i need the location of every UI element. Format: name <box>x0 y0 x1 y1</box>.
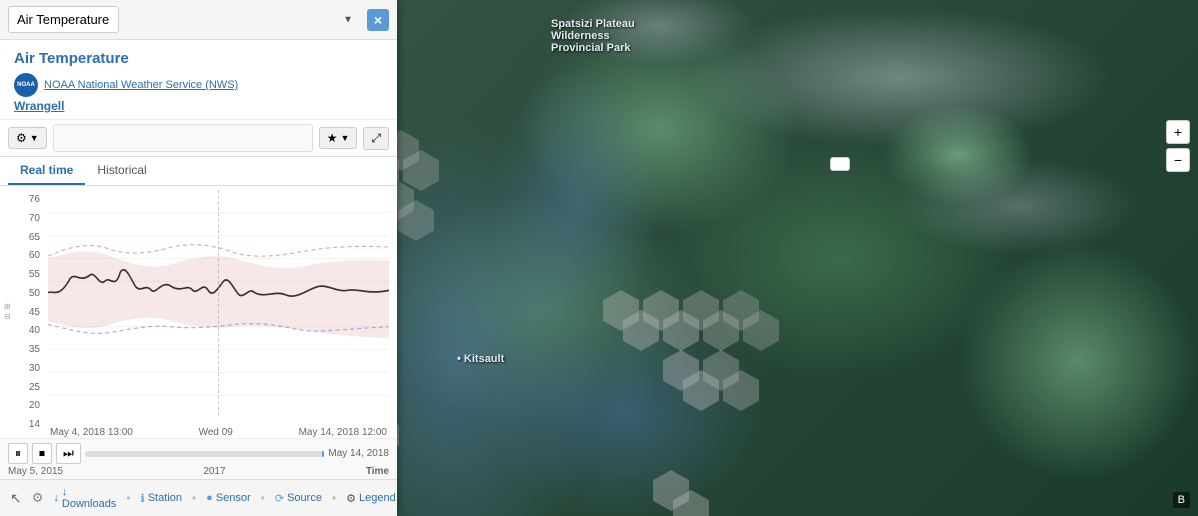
timeline-handle[interactable] <box>322 451 324 457</box>
timeline-controls: ⏸ ⏹ ⏭ May 14, 2018 May 5, 2015 2017 Time <box>0 438 397 479</box>
y-axis-label: 50 <box>4 288 44 299</box>
cursor-indicator: ↖ <box>10 490 22 507</box>
timeline-bar[interactable] <box>85 451 325 457</box>
timeline-forward-button[interactable]: ⏭ <box>56 443 81 464</box>
source-link-footer[interactable]: ⟳ Source <box>275 492 322 505</box>
panel-header: Air Temperature ▼ × <box>0 0 397 40</box>
min-max-toggle[interactable]: ⊞ ⊟ <box>4 303 11 321</box>
tab-realtime[interactable]: Real time <box>8 157 85 185</box>
stop-icon: ⏹ <box>39 446 45 460</box>
station-source-row: NOAA NOAA National Weather Service (NWS) <box>14 73 383 97</box>
pause-icon: ⏸ <box>15 446 21 460</box>
left-panel: Air Temperature ▼ × Air Temperature NOAA… <box>0 0 397 516</box>
separator-3: • <box>261 491 265 505</box>
y-axis-label: 20 <box>4 400 44 411</box>
map-badge-text: B <box>1178 494 1185 506</box>
gear-icon: ⚙ <box>16 131 27 145</box>
panel-footer: ↖ ⚙ ↓ ↓ Downloads • ℹ Station • ● Sensor… <box>0 479 397 516</box>
y-axis-label: 35 <box>4 344 44 355</box>
download-icon: ↓ <box>53 492 59 504</box>
expand-button[interactable]: ⤢ <box>363 127 389 150</box>
variable-dropdown[interactable]: Air Temperature <box>8 6 119 33</box>
timeline-labels: May 5, 2015 2017 Time <box>8 466 389 477</box>
y-axis-label: 25 <box>4 382 44 393</box>
y-axis-label: 76 <box>4 194 44 205</box>
star-icon: ★ <box>327 131 338 145</box>
road-number: 27 <box>832 156 848 172</box>
chart-svg-area <box>48 190 389 418</box>
y-axis-label: 14 <box>4 419 44 430</box>
gear-dropdown-arrow: ▼ <box>30 133 39 143</box>
zoom-out-button[interactable]: − <box>1166 148 1190 172</box>
timeline-mid-label: 2017 <box>203 466 225 477</box>
chart-date-labels: May 4, 2018 13:00 Wed 09 May 14, 2018 12… <box>48 427 389 438</box>
settings-button[interactable]: ⚙ ▼ <box>8 127 47 149</box>
y-axis-label: 55 <box>4 269 44 280</box>
forward-icon: ⏭ <box>63 446 74 460</box>
separator-1: • <box>126 491 130 505</box>
chart-container: 76706560555045403530252014 ⊞ ⊟ <box>0 186 397 438</box>
timeline-time-label: Time <box>366 466 389 477</box>
dropdown-arrow-icon: ▼ <box>343 14 353 25</box>
tab-historical[interactable]: Historical <box>85 157 158 185</box>
zoom-in-button[interactable]: + <box>1166 120 1190 144</box>
toolbar-spacer <box>53 124 313 152</box>
footer-gear-icon[interactable]: ⚙ <box>32 490 44 506</box>
timeline-start-label: May 5, 2015 <box>8 466 63 477</box>
separator-4: • <box>332 491 336 505</box>
sensor-link[interactable]: ● Sensor <box>206 492 251 504</box>
y-axis-label: 70 <box>4 213 44 224</box>
timeline-pause-button[interactable]: ⏸ <box>8 443 28 464</box>
max-icon[interactable]: ⊞ <box>4 303 11 311</box>
legend-link[interactable]: ⚙ Legend <box>346 492 396 505</box>
favorites-button[interactable]: ★ ▼ <box>319 127 358 149</box>
source-refresh-icon: ⟳ <box>275 492 284 505</box>
noaa-logo: NOAA <box>14 73 38 97</box>
close-icon: × <box>374 12 382 28</box>
timeline-end-date: May 14, 2018 <box>328 448 389 459</box>
close-button[interactable]: × <box>367 9 389 31</box>
legend-gear-icon: ⚙ <box>346 492 356 505</box>
y-axis-label: 40 <box>4 325 44 336</box>
downloads-link[interactable]: ↓ ↓ Downloads <box>53 486 116 510</box>
y-axis-label: 65 <box>4 232 44 243</box>
chart-date-center: Wed 09 <box>199 427 233 438</box>
y-axis-label: 30 <box>4 363 44 374</box>
chart-date-right: May 14, 2018 12:00 <box>299 427 387 438</box>
min-icon[interactable]: ⊟ <box>4 313 11 321</box>
station-info: Air Temperature NOAA NOAA National Weath… <box>0 40 397 120</box>
expand-icon: ⤢ <box>371 131 381 145</box>
station-info-icon: ℹ <box>141 492 145 505</box>
star-dropdown-arrow: ▼ <box>340 133 349 143</box>
chart-tabs: Real time Historical <box>0 157 397 186</box>
y-axis-label: 60 <box>4 250 44 261</box>
logo-text: NOAA <box>17 82 35 88</box>
chart-date-left: May 4, 2018 13:00 <box>50 427 133 438</box>
road-marker: 27 <box>830 157 850 171</box>
timeline-stop-button[interactable]: ⏹ <box>32 443 52 464</box>
station-name-link[interactable]: Wrangell <box>14 99 383 113</box>
chart-svg <box>48 190 389 418</box>
station-link[interactable]: ℹ Station <box>141 492 182 505</box>
map-badge: B <box>1173 492 1190 508</box>
chart-toolbar: ⚙ ▼ ★ ▼ ⤢ <box>0 120 397 157</box>
sensor-dot-icon: ● <box>206 492 213 504</box>
separator-2: • <box>192 491 196 505</box>
timeline-slider-row: ⏸ ⏹ ⏭ May 14, 2018 <box>8 443 389 464</box>
source-link[interactable]: NOAA National Weather Service (NWS) <box>44 79 238 91</box>
station-title: Air Temperature <box>14 50 383 67</box>
